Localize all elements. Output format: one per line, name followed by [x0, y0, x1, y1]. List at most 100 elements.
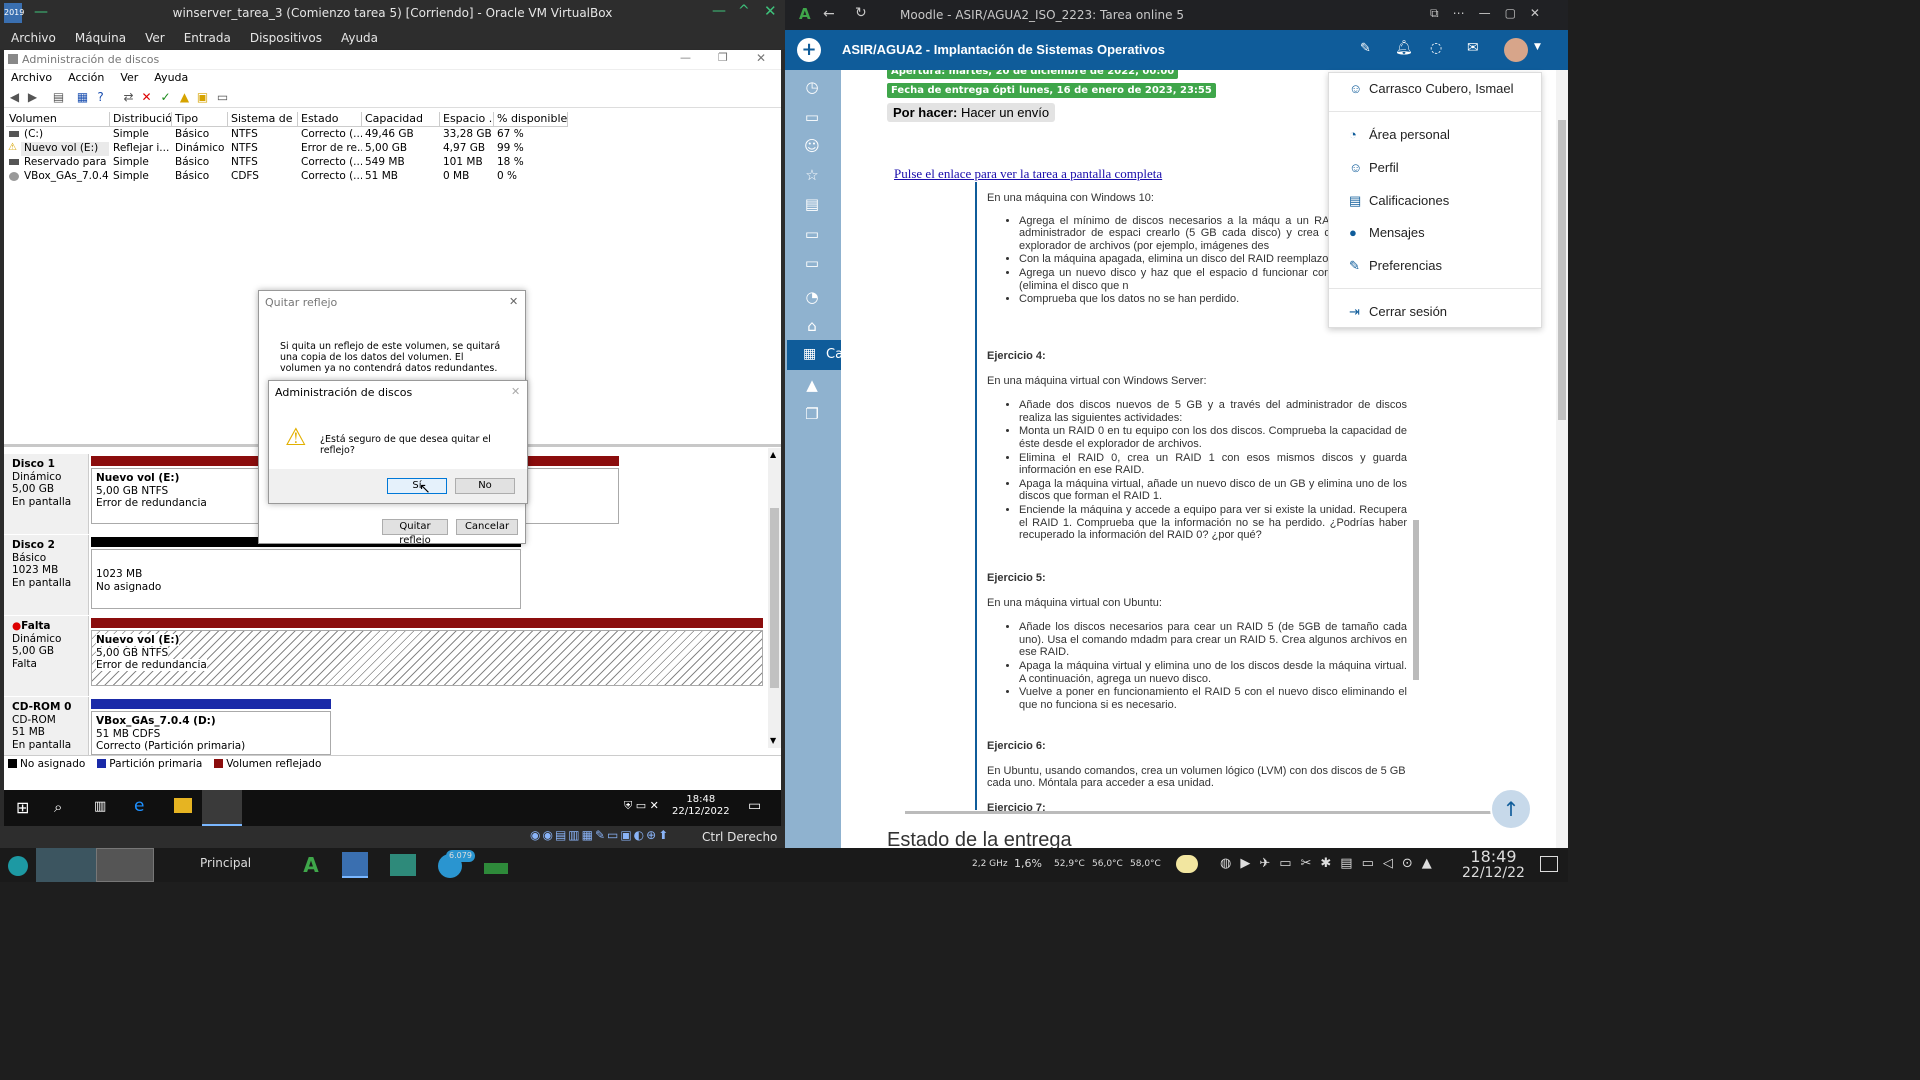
cancel-button[interactable]: Cancelar	[456, 519, 518, 535]
menu-ayuda[interactable]: Ayuda	[330, 27, 386, 49]
col-espacio[interactable]: Espacio ...	[440, 112, 494, 127]
users-icon[interactable]: ☺	[803, 137, 821, 155]
console-icon[interactable]: ▭	[216, 91, 229, 104]
col-estado[interactable]: Estado	[298, 112, 362, 127]
folder-icon[interactable]: ▭	[803, 108, 821, 126]
folder-icon[interactable]: ▭	[803, 254, 821, 272]
recent-icon[interactable]: ◷	[803, 78, 821, 96]
dm-menu-accion[interactable]: Acción	[61, 70, 113, 87]
menu-item-profile[interactable]: ☺ Perfil	[1349, 160, 1399, 180]
chevron-down-icon[interactable]: ▼	[1534, 42, 1541, 52]
back-icon[interactable]: ◀	[8, 91, 21, 104]
dm-menu-archivo[interactable]: Archivo	[4, 70, 61, 87]
scroll-thumb[interactable]	[1558, 120, 1566, 420]
help-icon[interactable]: ?	[94, 91, 107, 104]
menu-ver[interactable]: Ver	[134, 27, 173, 49]
list-view-icon[interactable]: ▤	[52, 91, 65, 104]
dm-restore-icon[interactable]: ❐	[718, 51, 728, 64]
tray-icons[interactable]: ⛨ ▭ ✕	[624, 799, 659, 813]
avatar[interactable]	[1504, 38, 1528, 62]
task-view-icon[interactable]: ▥	[94, 799, 106, 814]
user-name[interactable]: ☺ Carrasco Cubero, Ismael	[1349, 81, 1514, 101]
dialog-close-icon[interactable]: ✕	[511, 385, 520, 398]
star-icon[interactable]: ☆	[803, 166, 821, 184]
dialog-close-icon[interactable]: ✕	[509, 295, 518, 308]
forward-icon[interactable]: ▶	[26, 91, 39, 104]
properties-icon[interactable]: ▦	[76, 91, 89, 104]
menu-archivo[interactable]: Archivo	[0, 27, 64, 49]
app-moodle-icon[interactable]: A	[298, 853, 324, 877]
show-desktop-icon[interactable]	[1540, 856, 1558, 872]
folder-icon[interactable]: ▭	[803, 225, 821, 243]
yes-button[interactable]: Sí	[387, 478, 447, 494]
disk-mgmt-task-icon[interactable]	[202, 790, 242, 826]
course-title[interactable]: ASIR/AGUA2 - Implantación de Sistemas Op…	[842, 42, 1165, 57]
tray-icons[interactable]: ◍▶✈▭✂✱▤▭◁⊙▲	[1220, 856, 1441, 890]
refresh-icon[interactable]: ⇄	[122, 91, 135, 104]
reload-icon[interactable]: ↻	[855, 5, 867, 21]
home-icon[interactable]: ⌂	[803, 317, 821, 335]
minimize-window-icon[interactable]: —	[712, 3, 726, 19]
bell-icon[interactable]: 🔔︎	[1395, 40, 1413, 56]
browser-scrollbar[interactable]	[1556, 70, 1568, 848]
menu-item-grades[interactable]: ▤ Calificaciones	[1349, 193, 1449, 213]
ie-icon[interactable]: e	[134, 796, 144, 816]
disk-label[interactable]: CD-ROM 0 CD-ROM 51 MB En pantalla	[4, 697, 89, 755]
search-folder-icon[interactable]: ▣	[196, 91, 209, 104]
dm-close-icon[interactable]: ✕	[756, 51, 766, 65]
app-vbox-icon[interactable]	[342, 852, 368, 878]
search-icon[interactable]: ⌕	[54, 798, 62, 816]
check-icon[interactable]: ✓	[159, 91, 172, 104]
graduation-icon[interactable]: ▲	[803, 376, 821, 394]
workspace-1[interactable]	[36, 848, 96, 882]
col-volumen[interactable]: Volumen	[6, 112, 110, 127]
workspace-2[interactable]	[96, 848, 154, 882]
disk-label[interactable]: Disco 2 Básico 1023 MB En pantalla	[4, 535, 89, 615]
dashboard-icon[interactable]: ◔	[803, 288, 821, 306]
scroll-up-icon[interactable]: ▲	[770, 450, 776, 459]
workspace-label[interactable]: Principal	[200, 856, 251, 890]
partition[interactable]: 1023 MB No asignado	[91, 549, 521, 609]
partition[interactable]: Nuevo vol (E:) 5,00 GB NTFS Error de red…	[91, 630, 763, 686]
iframe-hscrollbar[interactable]	[905, 811, 1495, 814]
back-arrow-icon[interactable]: ←	[823, 6, 835, 22]
iframe-scrollbar[interactable]	[1413, 520, 1419, 680]
menu-item-dashboard[interactable]: ◔ Área personal	[1349, 127, 1450, 147]
col-disponible[interactable]: % disponible	[494, 112, 568, 127]
add-icon[interactable]: +	[797, 38, 821, 62]
host-clock[interactable]: 18:49 22/12/22	[1462, 849, 1525, 883]
copy-icon[interactable]: ❐	[803, 405, 821, 423]
vm-clock[interactable]: 18:48 22/12/2022	[672, 794, 730, 818]
menu-item-preferences[interactable]: ✎ Preferencias	[1349, 258, 1442, 278]
col-sistema[interactable]: Sistema de ...	[228, 112, 298, 127]
weather-icon[interactable]	[1176, 855, 1198, 873]
col-capacidad[interactable]: Capacidad	[362, 112, 440, 127]
menu-item-logout[interactable]: ⇥ Cerrar sesión	[1349, 304, 1447, 324]
scroll-down-icon[interactable]: ▼	[770, 736, 776, 745]
col-tipo[interactable]: Tipo	[172, 112, 228, 127]
dm-minimize-icon[interactable]: —	[680, 51, 691, 64]
scroll-thumb[interactable]	[770, 508, 779, 688]
delete-icon[interactable]: ✕	[140, 91, 153, 104]
no-button[interactable]: No	[455, 478, 515, 494]
start-icon[interactable]: ⊞	[16, 798, 29, 817]
app-monitor-icon[interactable]	[484, 856, 508, 874]
back-to-top-button[interactable]: ↑	[1490, 788, 1532, 830]
fullscreen-link[interactable]: Pulse el enlace para ver la tarea a pant…	[894, 166, 1162, 182]
menu-item-messages[interactable]: ● Mensajes	[1349, 225, 1425, 245]
menu-maquina[interactable]: Máquina	[64, 27, 134, 49]
explorer-icon[interactable]	[174, 798, 192, 813]
maximize-window-icon[interactable]: ^	[738, 3, 750, 19]
partition[interactable]: VBox_GAs_7.0.4 (D:) 51 MB CDFS Correcto …	[91, 711, 331, 755]
status-device-icons[interactable]: ◉◉▤▥▦✎▭▣◐⊕⬆	[530, 828, 670, 842]
notification-icon[interactable]: ▭	[748, 798, 761, 814]
kde-menu-icon[interactable]	[8, 856, 28, 876]
disk-label[interactable]: ●Falta Dinámico 5,00 GB Falta	[4, 616, 89, 696]
folder-up-icon[interactable]: ▲	[178, 91, 191, 104]
mail-icon[interactable]: ✉	[1467, 40, 1479, 56]
dm-menu-ayuda[interactable]: Ayuda	[147, 70, 197, 87]
remove-mirror-button[interactable]: Quitar reflejo	[382, 519, 448, 546]
menu-dispositivos[interactable]: Dispositivos	[239, 27, 330, 49]
chat-icon[interactable]: ◌	[1430, 40, 1442, 56]
pin-icon[interactable]: ✎	[1360, 41, 1371, 56]
